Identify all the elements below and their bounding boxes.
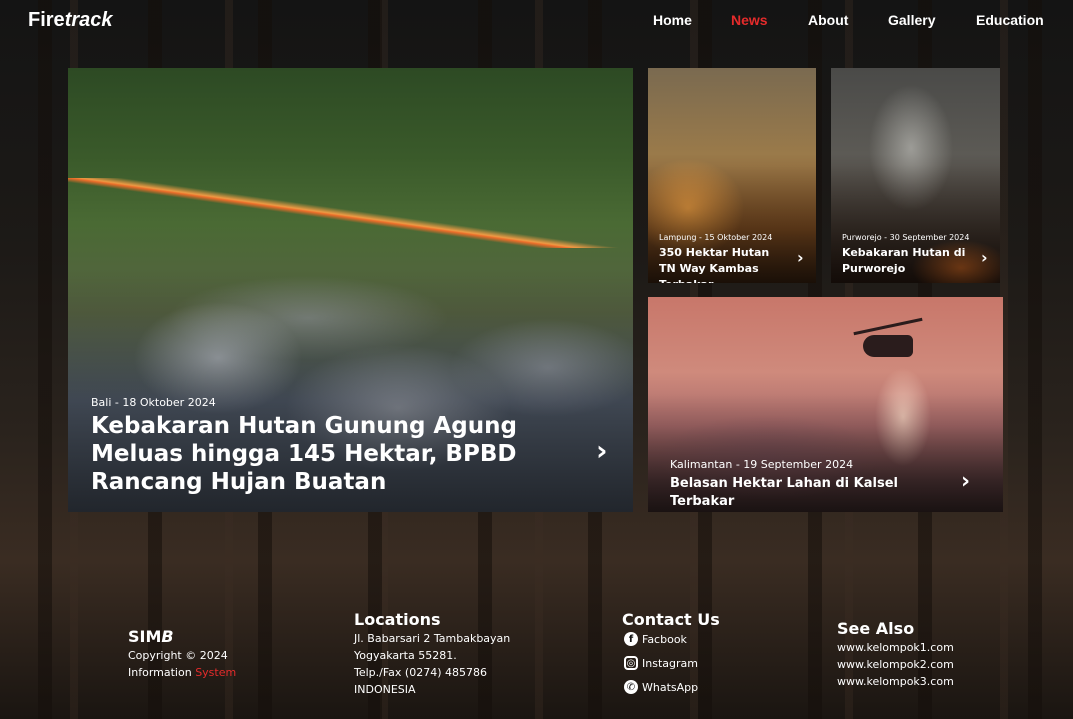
instagram-icon: ◎ <box>624 656 638 670</box>
chevron-right-icon[interactable]: › <box>596 434 608 467</box>
footer-brand: SIMB <box>128 627 174 646</box>
system-text: System <box>195 666 237 679</box>
nav-home[interactable]: Home <box>653 12 692 28</box>
address-line-1: Jl. Babarsari 2 Tambakbayan <box>354 632 511 645</box>
info-system-text: Information System <box>128 666 236 679</box>
featured-news-card[interactable]: Bali - 18 Oktober 2024 Kebakaran Hutan G… <box>68 68 633 512</box>
brand-logo-part1: Fire <box>28 9 65 31</box>
see-also-heading: See Also <box>837 619 915 638</box>
news-card-purworejo[interactable]: Purworejo - 30 September 2024 Kebakaran … <box>831 68 1000 283</box>
see-also-link-2[interactable]: www.kelompok2.com <box>837 658 954 671</box>
country: INDONESIA <box>354 683 416 696</box>
whatsapp-icon: ✆ <box>624 680 638 694</box>
phone-fax: Telp./Fax (0274) 485786 <box>354 666 487 679</box>
news-title: Belasan Hektar Lahan di Kalsel Terbakar <box>670 476 898 509</box>
address-line-2: Yogyakarta 55281. <box>354 649 457 662</box>
brand-logo-part2: track <box>64 9 113 31</box>
see-also-link-1[interactable]: www.kelompok1.com <box>837 641 954 654</box>
footer-brand-part1: SIM <box>128 627 162 646</box>
see-also-link-3[interactable]: www.kelompok3.com <box>837 675 954 688</box>
footer-brand-part2: B <box>161 627 174 646</box>
whatsapp-label: WhatsApp <box>642 680 699 694</box>
info-text: Information <box>128 666 192 679</box>
brand-logo[interactable]: Firetrack <box>28 9 113 32</box>
nav-news[interactable]: News <box>731 12 768 28</box>
facebook-icon: f <box>624 632 638 646</box>
contact-heading: Contact Us <box>622 610 720 629</box>
nav-gallery[interactable]: Gallery <box>888 12 935 28</box>
news-meta: Bali - 18 Oktober 2024 <box>91 396 216 409</box>
facebook-label: Facbook <box>642 632 687 646</box>
instagram-link[interactable]: ◎ Instagram <box>624 656 698 670</box>
news-meta: Kalimantan - 19 September 2024 <box>670 458 854 471</box>
news-meta: Purworejo - 30 September 2024 <box>842 233 970 242</box>
news-title: Kebakaran Hutan Gunung Agung Meluas hing… <box>91 413 517 495</box>
news-meta: Lampung - 15 Oktober 2024 <box>659 233 773 242</box>
news-title: Kebakaran Hutan di Purworejo <box>842 246 966 275</box>
news-card-lampung[interactable]: Lampung - 15 Oktober 2024 350 Hektar Hut… <box>648 68 816 283</box>
whatsapp-link[interactable]: ✆ WhatsApp <box>624 680 698 694</box>
chevron-right-icon[interactable]: › <box>981 248 988 267</box>
news-title: 350 Hektar Hutan TN Way Kambas Terbakar <box>659 246 770 283</box>
instagram-label: Instagram <box>642 656 698 670</box>
news-card-kalimantan[interactable]: Kalimantan - 19 September 2024 Belasan H… <box>648 297 1003 512</box>
top-navbar: Firetrack Home News About Gallery Educat… <box>0 0 1073 40</box>
chevron-right-icon[interactable]: › <box>797 248 804 267</box>
nav-about[interactable]: About <box>808 12 848 28</box>
copyright-text: Copyright © 2024 <box>128 649 228 662</box>
locations-heading: Locations <box>354 610 441 629</box>
facebook-link[interactable]: f Facbook <box>624 632 687 646</box>
chevron-right-icon[interactable]: › <box>961 469 970 494</box>
nav-education[interactable]: Education <box>976 12 1044 28</box>
